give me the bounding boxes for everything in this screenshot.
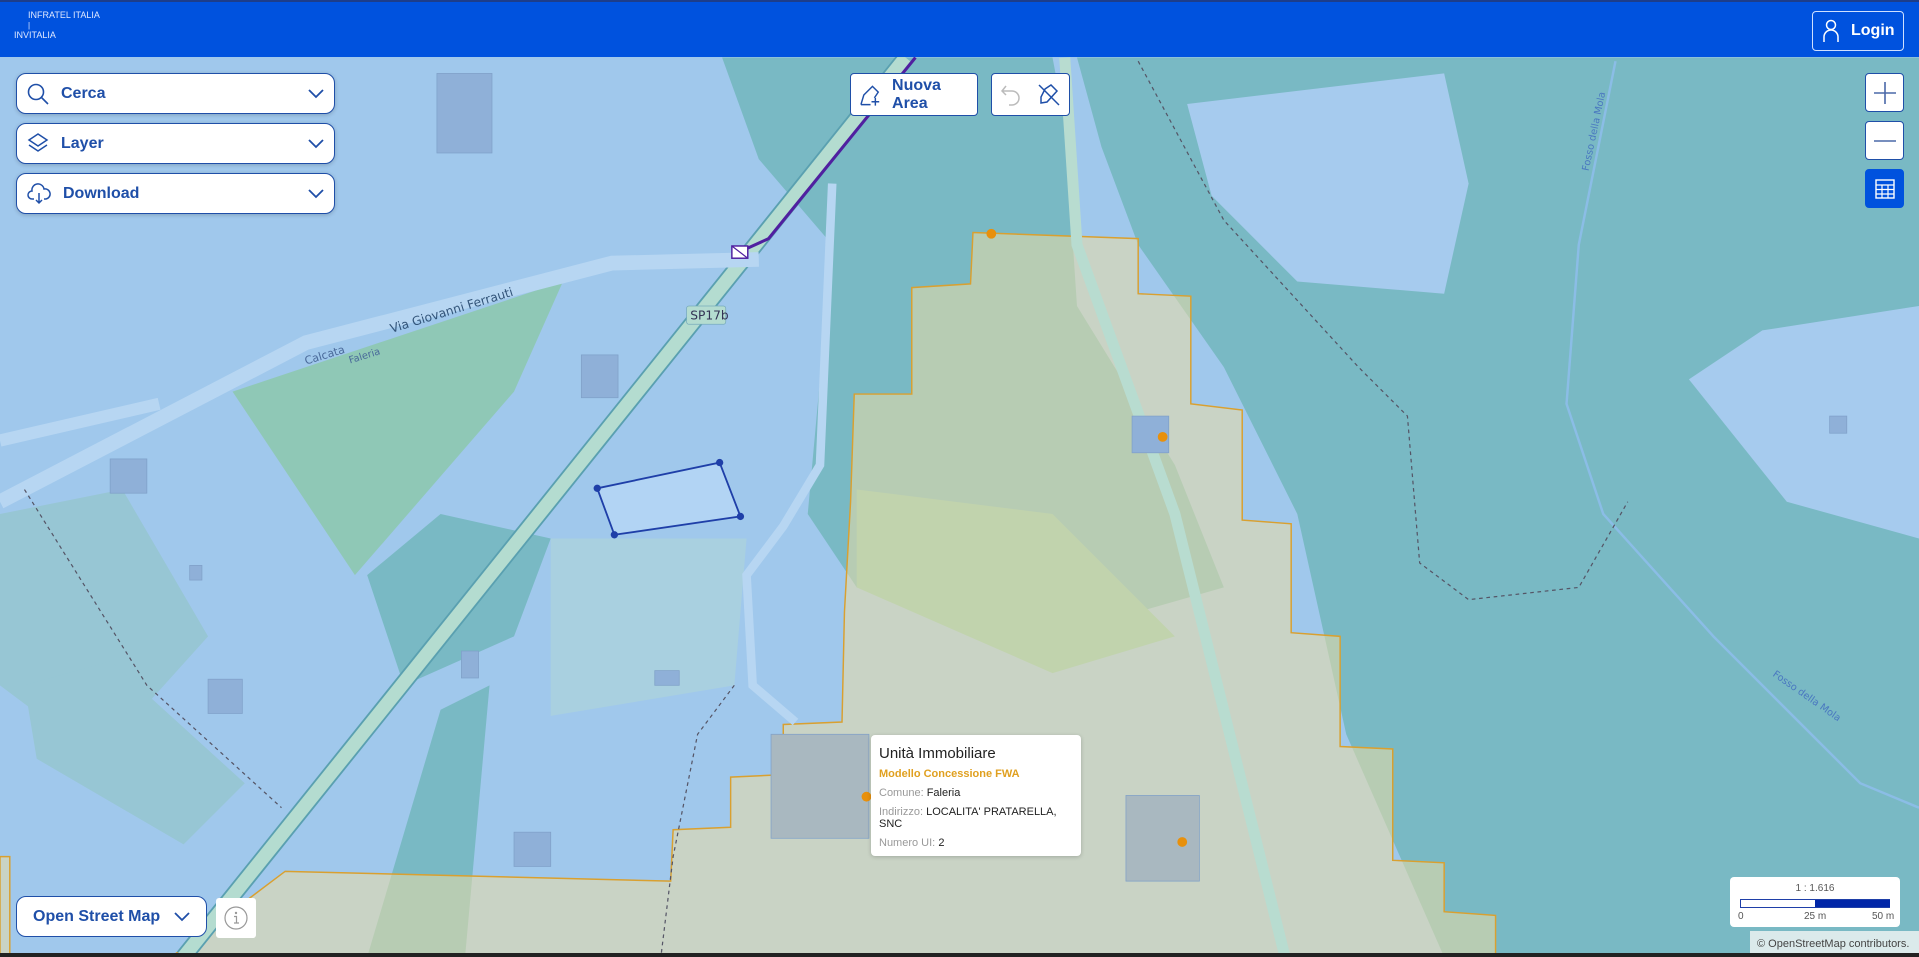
basemap-select[interactable]: Open Street Map [16,896,207,937]
logo-infratel: INFRATEL ITALIA [28,10,100,20]
download-label: Download [63,184,140,202]
plus-icon [1873,81,1896,104]
erase-icon[interactable] [1037,83,1061,107]
zoom-out-button[interactable] [1865,121,1904,160]
popup-subtitle: Modello Concessione FWA [879,768,1020,780]
popup-row-indirizzo: Indirizzo: LOCALITA' PRATARELLA, SNC [879,806,1073,830]
popup-title: Unità Immobiliare [879,745,996,762]
undo-icon[interactable] [1000,84,1022,106]
feature-popup: Unità Immobiliare Modello Concessione FW… [871,735,1081,856]
app-header: INFRATEL ITALIA | INVITALIA Login [0,0,1919,57]
download-panel[interactable]: Download [16,173,335,214]
search-label: Cerca [61,84,106,102]
login-label: Login [1851,22,1895,39]
scale-tick: 50 m [1872,911,1895,922]
chevron-down-icon [308,88,324,98]
popup-key: Numero UI: [879,837,936,849]
popup-value: Faleria [926,787,961,799]
edit-tools-group [991,73,1070,116]
popup-value: 2 [938,837,945,849]
search-icon [27,83,49,105]
chevron-down-icon [174,911,190,921]
zoom-in-button[interactable] [1865,73,1904,112]
layers-icon [27,132,49,152]
layer-panel[interactable]: Layer [16,123,335,164]
popup-row-comune: Comune: Faleria [879,787,1073,799]
info-icon [224,906,248,930]
popup-row-numero: Numero UI: 2 [879,837,1073,849]
info-button[interactable] [216,898,256,938]
logo-invitalia: INVITALIA [14,30,56,40]
chevron-down-icon [308,138,324,148]
draw-polygon-icon [860,84,880,106]
layer-label: Layer [61,134,104,152]
scale-tick: 0 [1738,911,1744,922]
bottom-edge [0,953,1919,957]
scale-tick: 25 m [1804,911,1827,922]
popup-key: Comune: [879,787,924,799]
cloud-download-icon [27,182,51,204]
table-view-button[interactable] [1865,169,1904,208]
login-button[interactable]: Login [1812,11,1904,51]
scale-bar: 1 : 1.616 0 25 m 50 m [1730,877,1900,927]
scale-ratio: 1 : 1.616 [1795,883,1835,894]
basemap-selected: Open Street Map [33,907,161,925]
search-panel[interactable]: Cerca [16,73,335,114]
table-icon [1874,178,1895,199]
new-area-label: Nuova Area [892,76,941,112]
chevron-down-icon [308,188,324,198]
new-area-button[interactable]: Nuova Area [850,73,978,116]
logo[interactable]: INFRATEL ITALIA | INVITALIA [14,10,100,41]
minus-icon [1873,139,1896,142]
user-icon [1823,19,1839,42]
road-ref-label: SP17b [690,308,729,322]
logo-separator: | [28,21,31,30]
popup-key: Indirizzo: [879,806,924,818]
